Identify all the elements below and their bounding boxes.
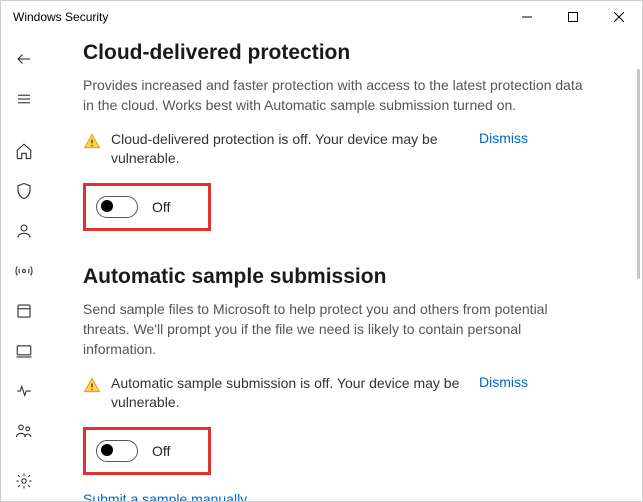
- warning-icon: [83, 376, 101, 397]
- close-icon: [614, 12, 624, 22]
- minimize-button[interactable]: [504, 1, 550, 33]
- sidebar-item-firewall[interactable]: [1, 251, 47, 291]
- cloud-toggle-label: Off: [152, 199, 170, 215]
- maximize-icon: [568, 12, 578, 22]
- sidebar-item-performance[interactable]: [1, 371, 47, 411]
- cloud-description: Provides increased and faster protection…: [83, 75, 583, 116]
- sidebar-item-family[interactable]: [1, 411, 47, 451]
- sample-toggle[interactable]: [96, 440, 138, 462]
- sidebar-item-virus[interactable]: [1, 171, 47, 211]
- cloud-dismiss-link[interactable]: Dismiss: [479, 130, 528, 146]
- warning-icon: [83, 132, 101, 153]
- family-icon: [15, 422, 33, 440]
- toggle-knob: [101, 444, 113, 456]
- maximize-button[interactable]: [550, 1, 596, 33]
- section-sample-submission: Automatic sample submission Send sample …: [83, 265, 610, 501]
- gear-icon: [15, 472, 33, 490]
- window-controls: [504, 1, 642, 33]
- cloud-toggle-highlight: Off: [83, 183, 211, 231]
- heart-icon: [15, 382, 33, 400]
- sample-description: Send sample files to Microsoft to help p…: [83, 299, 583, 360]
- cloud-warning-text: Cloud-delivered protection is off. Your …: [111, 130, 461, 169]
- device-icon: [15, 342, 33, 360]
- sample-dismiss-link[interactable]: Dismiss: [479, 374, 528, 390]
- sample-warning-text: Automatic sample submission is off. Your…: [111, 374, 461, 413]
- shield-icon: [15, 182, 33, 200]
- arrow-left-icon: [15, 50, 33, 68]
- sidebar-item-app[interactable]: [1, 291, 47, 331]
- toggle-knob: [101, 200, 113, 212]
- close-button[interactable]: [596, 1, 642, 33]
- sample-heading: Automatic sample submission: [83, 265, 610, 289]
- sample-toggle-label: Off: [152, 443, 170, 459]
- titlebar: Windows Security: [1, 1, 642, 33]
- minimize-icon: [522, 12, 532, 22]
- cloud-heading: Cloud-delivered protection: [83, 41, 610, 65]
- back-button[interactable]: [1, 39, 47, 79]
- sidebar: [1, 33, 47, 501]
- sidebar-item-home[interactable]: [1, 131, 47, 171]
- submit-sample-link[interactable]: Submit a sample manually: [83, 491, 247, 501]
- network-icon: [15, 262, 33, 280]
- section-cloud-protection: Cloud-delivered protection Provides incr…: [83, 41, 610, 231]
- sidebar-item-account[interactable]: [1, 211, 47, 251]
- cloud-warning-row: Cloud-delivered protection is off. Your …: [83, 130, 610, 169]
- content-area: Cloud-delivered protection Provides incr…: [47, 33, 642, 501]
- sidebar-item-settings[interactable]: [1, 461, 47, 501]
- scrollbar[interactable]: [637, 69, 640, 279]
- cloud-toggle[interactable]: [96, 196, 138, 218]
- sample-toggle-highlight: Off: [83, 427, 211, 475]
- window-title: Windows Security: [13, 10, 108, 24]
- account-icon: [15, 222, 33, 240]
- sidebar-item-device[interactable]: [1, 331, 47, 371]
- menu-button[interactable]: [1, 79, 47, 119]
- sample-warning-row: Automatic sample submission is off. Your…: [83, 374, 610, 413]
- home-icon: [15, 142, 33, 160]
- app-icon: [15, 302, 33, 320]
- hamburger-icon: [15, 90, 33, 108]
